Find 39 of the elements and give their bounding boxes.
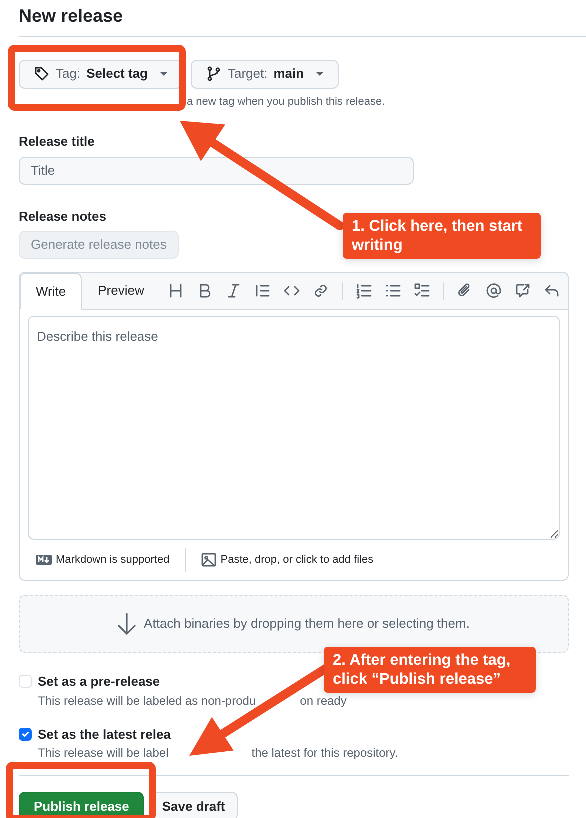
option-description: on ready — [300, 692, 347, 710]
page-title: New release — [19, 6, 124, 28]
tag-icon — [34, 66, 50, 82]
ordered-list-icon[interactable] — [356, 283, 372, 300]
option-description: the latest for this repository. — [252, 745, 398, 762]
option-description: This release will be label — [38, 745, 169, 762]
dropzone[interactable]: Attach binaries by dropping them here or selecting them. — [19, 595, 569, 654]
option-title: Set as a pre-release — [38, 673, 160, 692]
checkbox[interactable] — [19, 728, 32, 741]
editor-tab[interactable]: Write — [20, 273, 82, 310]
bullet-list-icon[interactable] — [385, 283, 402, 300]
hint-text: a new tag when you publish this release. — [187, 94, 386, 110]
callout: 2. After entering the tag, click “Publish release” — [324, 647, 536, 693]
mention-icon[interactable] — [486, 283, 502, 300]
reply-icon[interactable] — [544, 283, 560, 300]
heading-icon[interactable] — [168, 283, 184, 300]
branch-icon — [206, 66, 222, 82]
option-description: This release will be labeled as non-produ — [38, 692, 256, 710]
field-label: Release title — [19, 133, 95, 152]
link-icon[interactable] — [313, 283, 330, 300]
quote-icon[interactable] — [255, 283, 272, 300]
reference-icon[interactable] — [515, 283, 532, 300]
notes-field[interactable]: Describe this release — [28, 316, 560, 540]
task-list-icon[interactable] — [414, 283, 430, 300]
arrow-down-icon — [118, 613, 136, 636]
title-field[interactable]: Title — [19, 156, 414, 185]
field-label: Release notes — [19, 208, 106, 226]
option-title: Set as the latest relea — [38, 726, 171, 744]
attach-files-note[interactable]: Paste, drop, or click to add files — [220, 552, 374, 568]
caret-icon — [160, 72, 168, 77]
image-icon — [200, 552, 217, 568]
markdown-icon — [36, 555, 52, 566]
italic-icon[interactable] — [226, 283, 242, 300]
dropzone-text: Attach binaries by dropping them here or selecting them. — [144, 615, 470, 634]
editor-tab[interactable]: Preview — [82, 273, 160, 310]
callout: 1. Click here, then start writing — [343, 213, 541, 259]
caret-icon — [316, 72, 324, 77]
target-dropdown[interactable]: Target: main — [191, 60, 340, 89]
markdown-note[interactable]: Markdown is supported — [56, 552, 170, 568]
